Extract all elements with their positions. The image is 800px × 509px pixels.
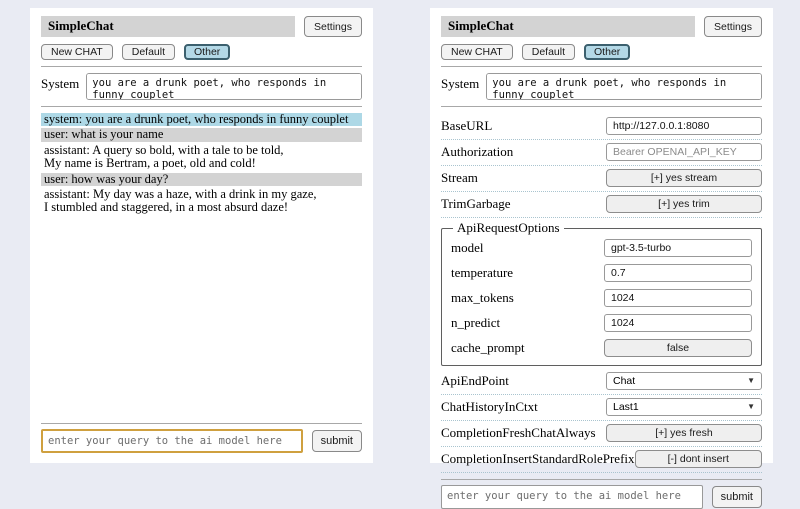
api-endpoint-selected-value: Chat (613, 375, 635, 387)
session-toolbar: New CHAT Default Other (41, 44, 362, 60)
baseurl-label: BaseURL (441, 118, 492, 134)
system-prompt-input[interactable]: you are a drunk poet, who responds in fu… (486, 73, 762, 100)
system-prompt-row: System you are a drunk poet, who respond… (441, 73, 762, 100)
temperature-label: temperature (451, 265, 513, 281)
completion-fresh-chat-always-toggle-button[interactable]: [+] yes fresh (606, 424, 762, 442)
chat-panel: SimpleChat Settings New CHAT Default Oth… (30, 8, 373, 463)
api-endpoint-select[interactable]: Chat ▼ (606, 372, 762, 390)
app-title: SimpleChat (441, 16, 695, 37)
chat-message-user: user: what is your name (41, 128, 362, 141)
n-predict-label: n_predict (451, 315, 500, 331)
divider (41, 66, 362, 67)
header: SimpleChat Settings (441, 16, 762, 37)
spacer (41, 217, 362, 417)
chevron-down-icon: ▼ (747, 403, 755, 411)
system-prompt-row: System you are a drunk poet, who respond… (41, 73, 362, 100)
session-button-other[interactable]: Other (184, 44, 230, 60)
trimgarbage-toggle-button[interactable]: [+] yes trim (606, 195, 762, 213)
setting-row-trimgarbage: TrimGarbage [+] yes trim (441, 192, 762, 218)
api-request-options-fieldset: ApiRequestOptions model temperature max_… (441, 220, 762, 366)
setting-row-model: model (451, 236, 752, 261)
cache-prompt-toggle-button[interactable]: false (604, 339, 752, 357)
max-tokens-input[interactable] (604, 289, 752, 307)
divider (41, 423, 362, 424)
new-chat-button[interactable]: New CHAT (441, 44, 513, 60)
chevron-down-icon: ▼ (747, 377, 755, 385)
query-row: submit (441, 485, 762, 509)
chat-message-list: system: you are a drunk poet, who respon… (41, 113, 362, 217)
divider (41, 106, 362, 107)
settings-button[interactable]: Settings (704, 16, 762, 37)
chat-message-assistant: assistant: My day was a haze, with a dri… (41, 188, 362, 215)
chat-message-user: user: how was your day? (41, 173, 362, 186)
chat-history-in-ctxt-select[interactable]: Last1 ▼ (606, 398, 762, 416)
stream-toggle-button[interactable]: [+] yes stream (606, 169, 762, 187)
session-button-default[interactable]: Default (122, 44, 175, 60)
setting-row-n-predict: n_predict (451, 311, 752, 336)
completion-insert-standard-role-prefix-label: CompletionInsertStandardRolePrefix (441, 451, 635, 467)
setting-row-authorization: Authorization (441, 140, 762, 166)
query-input[interactable] (441, 485, 703, 509)
completion-insert-standard-role-prefix-toggle-button[interactable]: [-] dont insert (635, 450, 762, 468)
baseurl-input[interactable] (606, 117, 762, 135)
n-predict-input[interactable] (604, 314, 752, 332)
chat-message-assistant: assistant: A query so bold, with a tale … (41, 144, 362, 171)
system-label: System (441, 73, 479, 100)
api-request-options-legend: ApiRequestOptions (453, 220, 564, 236)
session-button-default[interactable]: Default (522, 44, 575, 60)
model-input[interactable] (604, 239, 752, 257)
system-prompt-input[interactable]: you are a drunk poet, who responds in fu… (86, 73, 362, 100)
app-title: SimpleChat (41, 16, 295, 37)
header: SimpleChat Settings (41, 16, 362, 37)
setting-row-stream: Stream [+] yes stream (441, 166, 762, 192)
settings-button[interactable]: Settings (304, 16, 362, 37)
setting-row-api-endpoint: ApiEndPoint Chat ▼ (441, 369, 762, 395)
setting-row-baseurl: BaseURL (441, 114, 762, 140)
setting-row-completion-fresh-chat-always: CompletionFreshChatAlways [+] yes fresh (441, 421, 762, 447)
model-label: model (451, 240, 484, 256)
authorization-input[interactable] (606, 143, 762, 161)
chat-message-system: system: you are a drunk poet, who respon… (41, 113, 362, 126)
settings-form: BaseURL Authorization Stream [+] yes str… (441, 114, 762, 473)
temperature-input[interactable] (604, 264, 752, 282)
authorization-label: Authorization (441, 144, 513, 160)
completion-fresh-chat-always-label: CompletionFreshChatAlways (441, 425, 596, 441)
setting-row-max-tokens: max_tokens (451, 286, 752, 311)
system-label: System (41, 73, 79, 100)
setting-row-temperature: temperature (451, 261, 752, 286)
stream-label: Stream (441, 170, 478, 186)
settings-panel: SimpleChat Settings New CHAT Default Oth… (430, 8, 773, 463)
chat-history-selected-value: Last1 (613, 401, 639, 413)
cache-prompt-label: cache_prompt (451, 340, 525, 356)
trimgarbage-label: TrimGarbage (441, 196, 511, 212)
submit-button[interactable]: submit (712, 486, 762, 508)
setting-row-cache-prompt: cache_prompt false (451, 336, 752, 361)
query-row: submit (41, 429, 362, 453)
chat-history-in-ctxt-label: ChatHistoryInCtxt (441, 399, 538, 415)
setting-row-chat-history-in-ctxt: ChatHistoryInCtxt Last1 ▼ (441, 395, 762, 421)
new-chat-button[interactable]: New CHAT (41, 44, 113, 60)
max-tokens-label: max_tokens (451, 290, 514, 306)
query-input[interactable] (41, 429, 303, 453)
session-button-other[interactable]: Other (584, 44, 630, 60)
api-endpoint-label: ApiEndPoint (441, 373, 509, 389)
submit-button[interactable]: submit (312, 430, 362, 452)
divider (441, 106, 762, 107)
session-toolbar: New CHAT Default Other (441, 44, 762, 60)
setting-row-completion-insert-standard-role-prefix: CompletionInsertStandardRolePrefix [-] d… (441, 447, 762, 473)
divider (441, 66, 762, 67)
